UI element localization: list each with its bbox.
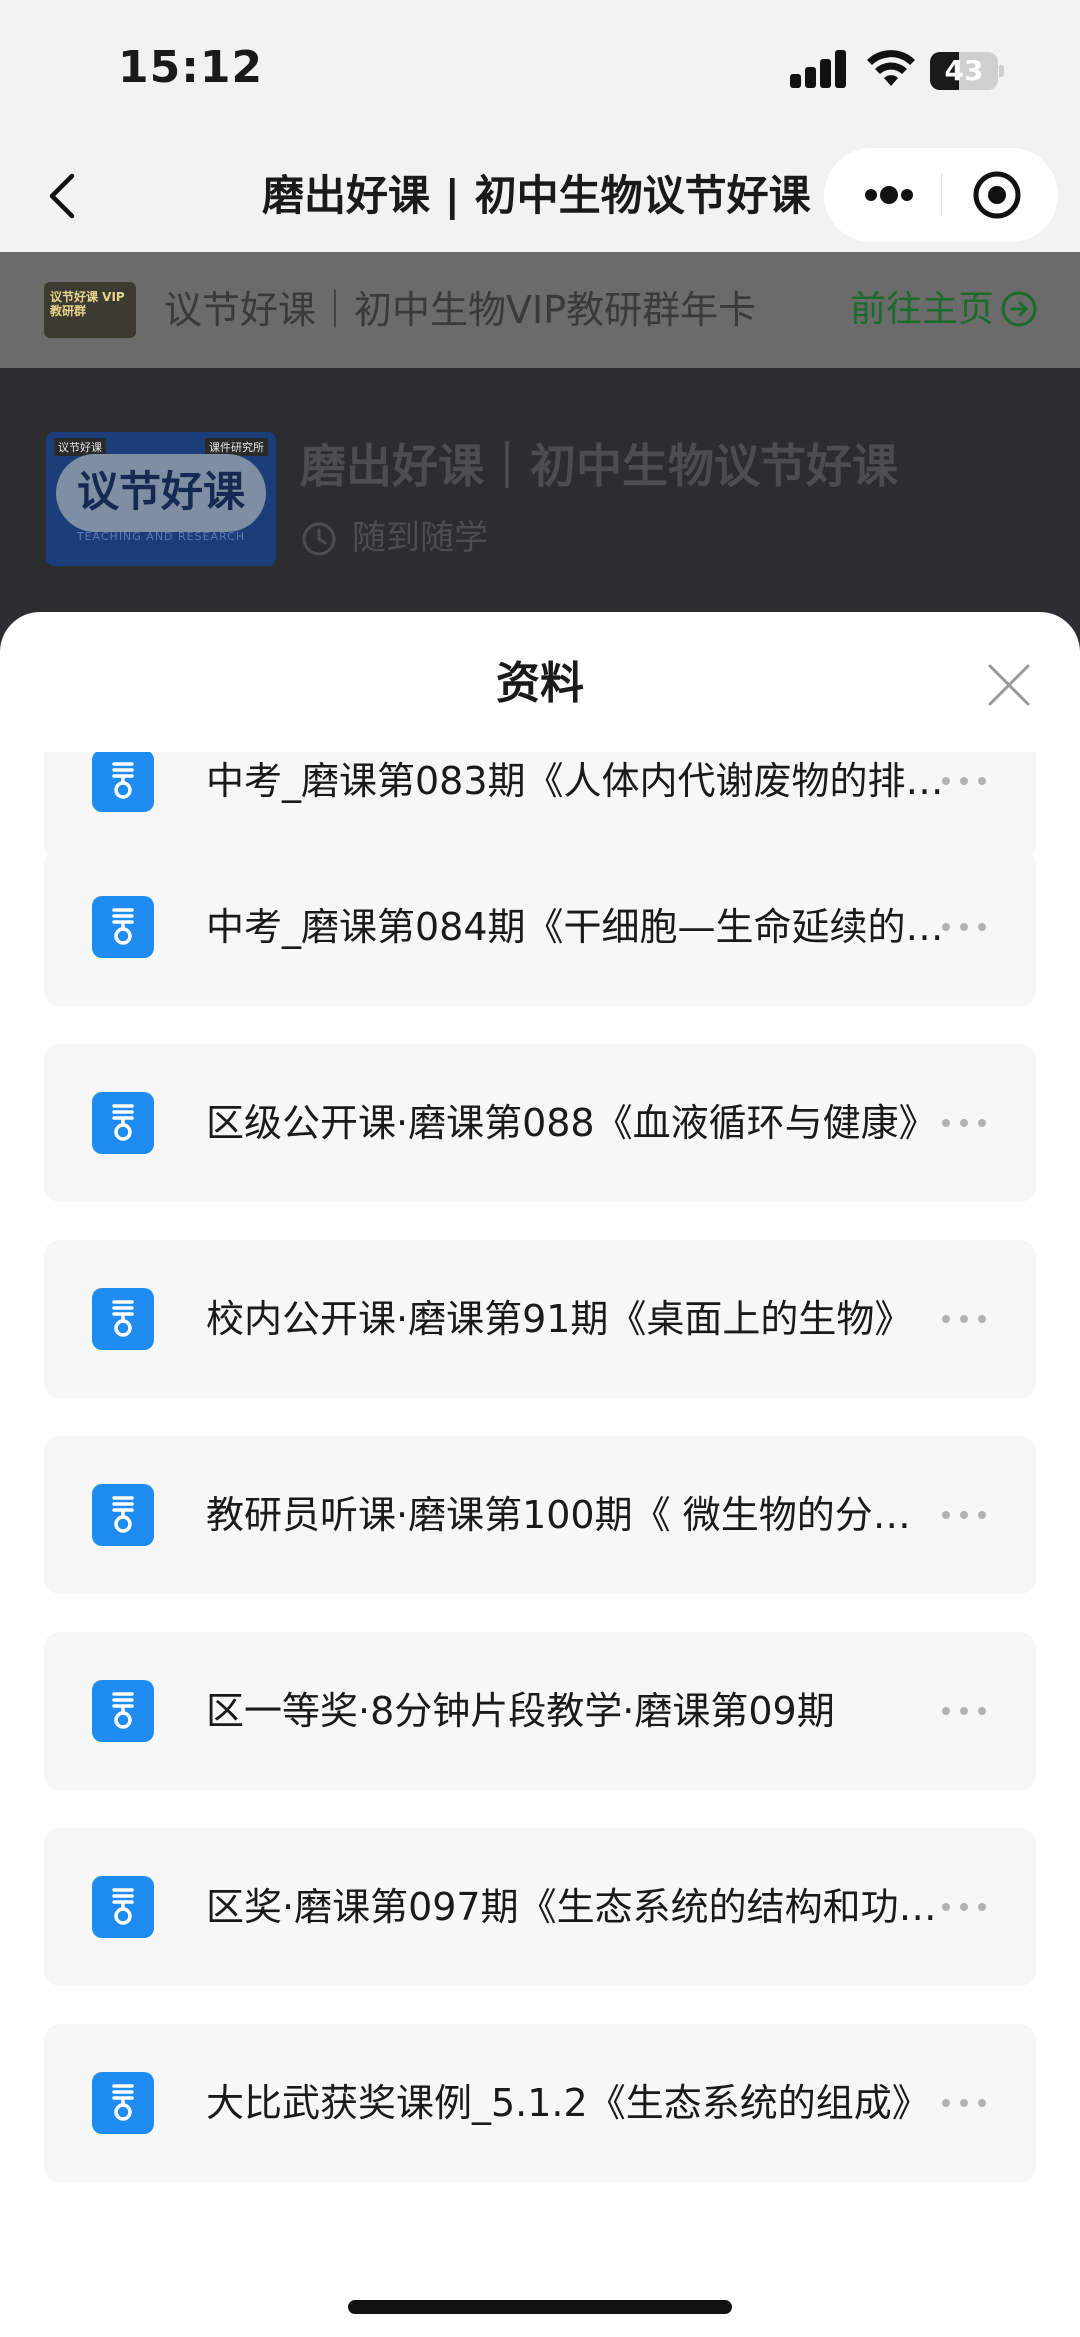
file-name: 区级公开课·磨课第088《血液循环与健康》 xyxy=(206,1101,937,1145)
status-bar: 15:12 43 xyxy=(0,0,1080,140)
clock-icon xyxy=(302,522,336,556)
nav-bar: 磨出好课 | 初中生物议节好课 xyxy=(0,140,1080,252)
file-name: 中考_磨课第084期《干细胞—生命延续的基础》 xyxy=(206,905,946,949)
more-options-icon[interactable] xyxy=(924,1294,1004,1344)
file-list-item[interactable]: 中考_磨课第083期《人体内代谢废物的排出》 xyxy=(44,752,1036,860)
banner-text: 议节好课｜初中生物VIP教研群年卡 xyxy=(164,288,757,332)
more-options-icon[interactable] xyxy=(924,1882,1004,1932)
close-icon[interactable] xyxy=(986,662,1032,708)
file-name: 中考_磨课第083期《人体内代谢废物的排出》 xyxy=(206,759,946,803)
document-icon xyxy=(92,1876,154,1938)
document-icon xyxy=(92,1092,154,1154)
group-banner[interactable]: 议节好课 VIP教研群 议节好课｜初中生物VIP教研群年卡 前往主页 xyxy=(0,252,1080,368)
more-options-icon[interactable] xyxy=(924,1490,1004,1540)
more-dots-icon[interactable] xyxy=(844,148,934,242)
course-cover-image: 议节好课 课件研究所 议节好课 TEACHING AND RESEARCH xyxy=(46,432,276,566)
go-homepage-link[interactable]: 前往主页 xyxy=(850,280,994,340)
status-time: 15:12 xyxy=(118,42,264,93)
file-list-item[interactable]: 区一等奖·8分钟片段教学·磨课第09期 xyxy=(44,1632,1036,1790)
file-list-item[interactable]: 中考_磨课第084期《干细胞—生命延续的基础》 xyxy=(44,848,1036,1006)
file-list: 中考_磨课第083期《人体内代谢废物的排出》 中考_磨课第084期《干细胞—生命延… xyxy=(0,752,1080,2272)
document-icon xyxy=(92,896,154,958)
more-options-icon[interactable] xyxy=(924,1098,1004,1148)
more-options-icon[interactable] xyxy=(924,902,1004,952)
battery-icon: 43 xyxy=(930,52,1004,90)
mini-program-capsule xyxy=(824,148,1058,242)
close-target-icon[interactable] xyxy=(952,148,1042,242)
wifi-icon xyxy=(867,50,915,86)
document-icon xyxy=(92,1680,154,1742)
battery-level: 43 xyxy=(944,54,984,87)
materials-sheet: 资料 中考_磨课第083期《人体内代谢废物的排出》 中考_磨课第084期《干细胞—… xyxy=(0,612,1080,2337)
arrow-right-circle-icon[interactable] xyxy=(1000,290,1038,328)
file-name: 教研员听课·磨课第100期《 微生物的分布》 xyxy=(206,1493,946,1537)
sheet-title: 资料 xyxy=(496,658,584,709)
back-chevron-icon[interactable] xyxy=(42,168,82,224)
cellular-signal-icon xyxy=(790,50,848,88)
home-indicator xyxy=(348,2300,732,2314)
file-name: 大比武获奖课例_5.1.2《生态系统的组成》 xyxy=(206,2081,930,2125)
more-options-icon[interactable] xyxy=(924,756,1004,806)
file-list-item[interactable]: 区奖·磨课第097期《生态系统的结构和功能》 xyxy=(44,1828,1036,1986)
document-icon xyxy=(92,2072,154,2134)
more-options-icon[interactable] xyxy=(924,1686,1004,1736)
file-list-item[interactable]: 大比武获奖课例_5.1.2《生态系统的组成》 xyxy=(44,2024,1036,2182)
course-title: 磨出好课｜初中生物议节好课 xyxy=(300,439,898,493)
document-icon xyxy=(92,1484,154,1546)
file-name: 区奖·磨课第097期《生态系统的结构和功能》 xyxy=(206,1885,946,1929)
file-list-item[interactable]: 校内公开课·磨课第91期《桌面上的生物》 xyxy=(44,1240,1036,1398)
banner-thumbnail: 议节好课 VIP教研群 xyxy=(44,282,136,338)
more-options-icon[interactable] xyxy=(924,2078,1004,2128)
document-icon xyxy=(92,1288,154,1350)
file-name: 校内公开课·磨课第91期《桌面上的生物》 xyxy=(206,1297,913,1341)
file-list-item[interactable]: 区级公开课·磨课第088《血液循环与健康》 xyxy=(44,1044,1036,1202)
course-schedule: 随到随学 xyxy=(352,518,488,558)
file-list-item[interactable]: 教研员听课·磨课第100期《 微生物的分布》 xyxy=(44,1436,1036,1594)
document-icon xyxy=(92,752,154,812)
nav-title: 磨出好课 | 初中生物议节好课 xyxy=(262,171,811,220)
file-name: 区一等奖·8分钟片段教学·磨课第09期 xyxy=(206,1689,835,1733)
